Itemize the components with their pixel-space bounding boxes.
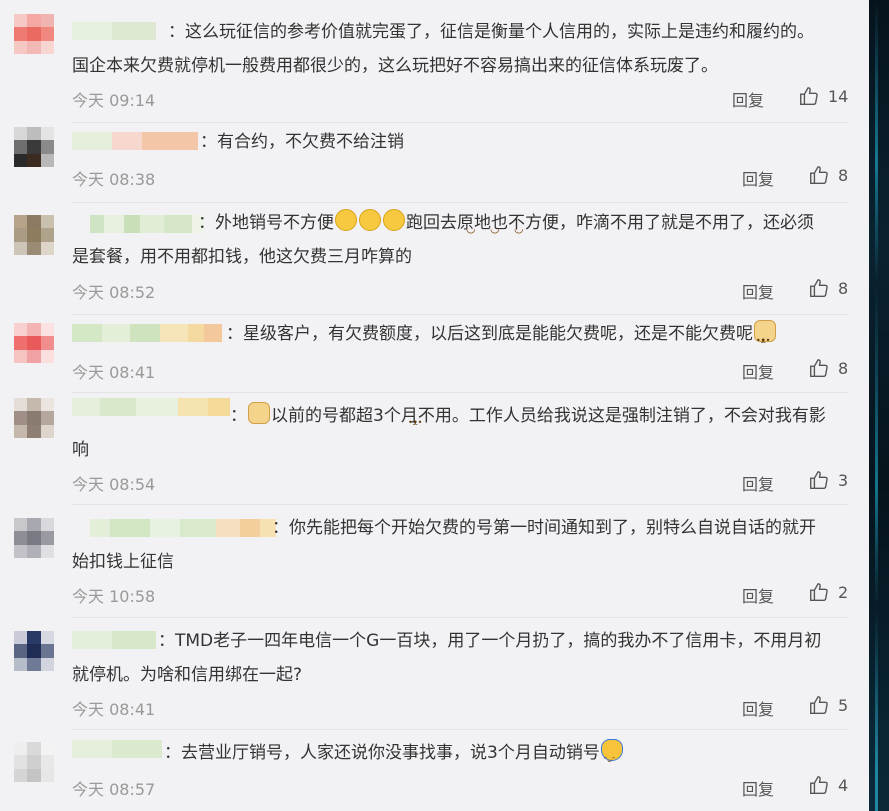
comment-text-part: ：星级客户，有欠费额度，以后这到底是能能欠费呢，还是不能欠费呢 xyxy=(226,324,753,344)
avatar[interactable] xyxy=(14,127,54,167)
like-count: 2 xyxy=(838,582,849,602)
comment-time: 今天 09:14 xyxy=(72,91,156,110)
comment-time: 今天 08:54 xyxy=(72,475,156,494)
doge-emoji xyxy=(248,402,422,440)
comment-item: ：外地销号不方便跑回去原地也不方便，咋滴不用了就是不用了，还必须是套餐，用不用都… xyxy=(0,203,869,315)
like-count: 3 xyxy=(838,470,849,490)
thumbs-up-icon xyxy=(810,583,828,601)
reply-button[interactable]: 回复 xyxy=(732,87,764,111)
like-button[interactable]: 8 xyxy=(808,277,848,299)
like-button[interactable]: 4 xyxy=(808,774,848,796)
comment-item: ：有合约，不欠费不给注销 今天 08:38 回复 8 xyxy=(0,123,869,203)
upside-down-face-emoji xyxy=(383,209,524,246)
upside-down-face-emoji xyxy=(335,209,476,246)
avatar[interactable] xyxy=(14,398,54,438)
comment-time: 今天 08:52 xyxy=(72,283,156,302)
reply-button[interactable]: 回复 xyxy=(742,359,774,383)
comment-item: ：以前的号都超3个月不用。工作人员给我说这是强制注销了，不会对我有影响 今天 0… xyxy=(0,393,869,505)
like-count: 14 xyxy=(828,86,849,106)
hug-emoji xyxy=(600,739,623,777)
avatar[interactable] xyxy=(14,215,54,255)
comment-text: ：星级客户，有欠费额度，以后这到底是能能欠费呢，还是不能欠费呢 xyxy=(226,317,809,358)
comment-item: ：你先能把每个开始欠费的号第一时间通知到了，别特么自说自话的就开始扣钱上征信 今… xyxy=(0,505,869,618)
avatar[interactable] xyxy=(14,518,54,558)
username-blurred[interactable] xyxy=(72,132,198,150)
comment-text: ：有合约，不欠费不给注销 xyxy=(200,132,404,152)
comment-item: ：去营业厅销号，人家还说你没事找事，说3个月自动销号 今天 08:57 回复 4 xyxy=(0,730,869,811)
username-blurred[interactable] xyxy=(72,324,222,342)
reply-button[interactable]: 回复 xyxy=(742,279,774,303)
like-count: 8 xyxy=(838,358,849,378)
like-count: 4 xyxy=(838,775,849,795)
comment-text-part: ：去营业厅销号，人家还说你没事找事，说3个月自动销号 xyxy=(164,743,600,763)
thumbs-up-icon xyxy=(800,87,818,105)
comment-text: ：这么玩征信的参考价值就完蛋了，征信是衡量个人信用的，实际上是违约和履约的。国企… xyxy=(72,22,814,76)
like-button[interactable]: 14 xyxy=(798,85,848,107)
username-blurred[interactable] xyxy=(72,740,162,758)
comment-item: ：这么玩征信的参考价值就完蛋了，征信是衡量个人信用的，实际上是违约和履约的。国企… xyxy=(0,0,869,123)
avatar[interactable] xyxy=(14,631,54,671)
like-count: 5 xyxy=(838,695,849,715)
reply-button[interactable]: 回复 xyxy=(742,471,774,495)
comment-time: 今天 10:58 xyxy=(72,587,156,606)
like-count: 8 xyxy=(838,165,849,185)
comment-text: ：去营业厅销号，人家还说你没事找事，说3个月自动销号 xyxy=(164,736,809,777)
like-button[interactable]: 5 xyxy=(808,694,848,716)
comment-text: ：以前的号都超3个月不用。工作人员给我说这是强制注销了，不会对我有影响 xyxy=(72,399,829,467)
comment-text: ：TMD老子一四年电信一个G一百块，用了一个月扔了，搞的我办不了信用卡，不用月初… xyxy=(72,631,822,685)
reply-button[interactable]: 回复 xyxy=(742,166,774,190)
avatar[interactable] xyxy=(14,14,54,54)
like-button[interactable]: 2 xyxy=(808,581,848,603)
comment-item: ：星级客户，有欠费额度，以后这到底是能能欠费呢，还是不能欠费呢 今天 08:41… xyxy=(0,315,869,393)
thumbs-up-icon xyxy=(810,471,828,489)
reply-button[interactable]: 回复 xyxy=(742,696,774,720)
thumbs-up-icon xyxy=(810,776,828,794)
comment-time: 今天 08:41 xyxy=(72,363,156,382)
comment-text-part: ： xyxy=(230,406,247,426)
thumbs-up-icon xyxy=(810,359,828,377)
doge-emoji xyxy=(754,320,776,358)
comment-time: 今天 08:57 xyxy=(72,780,156,799)
right-edge-decoration xyxy=(869,0,889,811)
reply-button[interactable]: 回复 xyxy=(742,776,774,800)
reply-button[interactable]: 回复 xyxy=(742,583,774,607)
like-button[interactable]: 3 xyxy=(808,469,848,491)
upside-down-face-emoji xyxy=(359,209,500,246)
comment-text: ：你先能把每个开始欠费的号第一时间通知到了，别特么自说自话的就开始扣钱上征信 xyxy=(72,518,816,572)
like-button[interactable]: 8 xyxy=(808,357,848,379)
like-count: 8 xyxy=(838,278,849,298)
thumbs-up-icon xyxy=(810,696,828,714)
thumbs-up-icon xyxy=(810,166,828,184)
comment-time: 今天 08:41 xyxy=(72,700,156,719)
like-button[interactable]: 8 xyxy=(808,164,848,186)
comment-text-part: ：外地销号不方便 xyxy=(198,213,334,233)
comment-time: 今天 08:38 xyxy=(72,170,156,189)
avatar[interactable] xyxy=(14,323,54,363)
comment-text-part: 以前的号都超3个月不用。工作人员给我说这是强制注销了，不会对我有影响 xyxy=(72,406,826,460)
thumbs-up-icon xyxy=(810,279,828,297)
avatar[interactable] xyxy=(14,742,54,782)
comment-item: ：TMD老子一四年电信一个G一百块，用了一个月扔了，搞的我办不了信用卡，不用月初… xyxy=(0,618,869,730)
comment-text: ：外地销号不方便跑回去原地也不方便，咋滴不用了就是不用了，还必须是套餐，用不用都… xyxy=(72,206,829,274)
